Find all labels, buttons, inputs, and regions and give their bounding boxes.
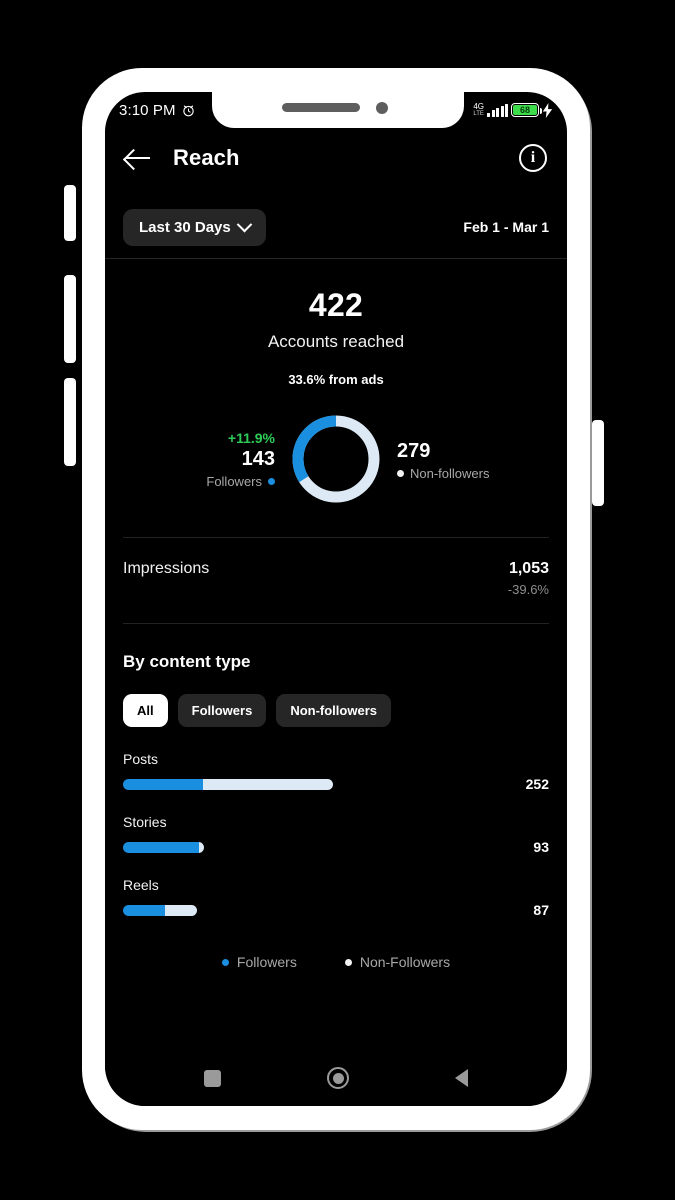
followers-label: Followers [206,473,262,489]
bar-label-stories: Stories [123,814,167,830]
bar-segment-nonfollowers [199,841,204,853]
bar-line-reels: 87 [123,902,549,918]
from-ads-label: 33.6% from ads [288,372,384,387]
legend-followers-label: Followers [236,954,297,970]
phone-screen: 3:10 PM 4G LTE 68 Reach i Last 30 Days F… [105,92,567,1106]
chevron-down-icon [236,216,253,232]
alarm-clock-icon [182,105,194,116]
mute-switch-button[interactable] [64,185,76,241]
info-circle-icon[interactable]: i [519,144,547,172]
donut-chart-svg [292,415,380,503]
android-nav-bar [105,1050,567,1106]
impressions-label: Impressions [123,560,210,577]
filter-row: Last 30 Days Feb 1 - Mar 1 [105,196,567,258]
impressions-row[interactable]: Impressions 1,053 -39.6% [105,538,567,623]
followers-stat: +11.9% 143 Followers [139,430,289,489]
legend-item-followers: Followers [221,954,297,970]
impressions-values: 1,053 -39.6% [508,560,549,597]
impressions-delta: -39.6% [507,582,549,597]
content-type-bars: Posts 252 Stories 93 Reels 87 Followers … [105,727,567,970]
bar-segment-followers [123,841,199,853]
date-range-chip-label: Last 30 Days [139,218,231,236]
square-recents-icon[interactable] [204,1069,221,1087]
nonfollowers-dot-icon [397,469,404,477]
tab-all[interactable]: All [123,694,168,727]
status-bar-left: 3:10 PM [119,102,196,119]
chart-legend: Followers Non-Followers [123,940,549,970]
network-sub-label: LTE [473,111,484,117]
front-camera-icon [375,102,388,114]
bar-segment-followers [123,904,165,916]
screenshot-stage: 3:10 PM 4G LTE 68 Reach i Last 30 Days F… [0,0,675,1200]
bar-segment-followers [123,778,203,790]
legend-nonfollowers-label: Non-Followers [359,954,451,970]
bar-label-posts: Posts [123,751,159,767]
content-type-title: By content type [123,652,251,671]
battery-percent-label: 68 [519,105,530,115]
bar-track-stories [123,841,204,853]
nonfollowers-value: 279 [397,439,431,462]
volume-down-button[interactable] [64,378,76,466]
donut-chart [289,412,383,506]
followers-label-group: Followers [139,474,275,489]
phone-notch [211,92,464,128]
followers-dot-icon [268,477,275,485]
bar-row-stories: Stories 93 [123,814,549,855]
content-type-tabs: All Followers Non-followers [105,672,567,727]
app-header: Reach i [105,128,567,188]
impressions-value: 1,053 [508,560,549,577]
circle-home-icon[interactable] [327,1067,349,1089]
earpiece-speaker [281,103,360,112]
bar-segment-nonfollowers [165,904,197,916]
followers-change: +11.9% [227,429,275,446]
bar-value-reels: 87 [533,902,549,918]
bar-value-posts: 252 [525,776,549,792]
legend-nonfollowers-dot-icon [344,958,352,966]
bar-line-posts: 252 [123,776,549,792]
network-type-group: 4G LTE [473,102,484,118]
legend-item-nonfollowers: Non-Followers [344,954,451,970]
bar-label-reels: Reels [123,877,159,893]
nonfollowers-stat: 279 Non-followers [383,438,533,481]
status-time: 3:10 PM [119,101,176,119]
date-range-text: Feb 1 - Mar 1 [463,219,549,235]
bar-track-posts [123,778,333,790]
accounts-reached-value: 422 [308,287,364,323]
accounts-reached-label: Accounts reached [267,332,405,351]
bar-track-reels [123,904,197,916]
back-arrow-icon[interactable] [125,145,151,171]
legend-followers-dot-icon [221,958,229,966]
battery-icon: 68 [511,103,542,117]
bar-line-stories: 93 [123,839,549,855]
lightning-bolt-icon [542,102,553,118]
reach-breakdown-chart: +11.9% 143 Followers 279 Non-followers [105,399,567,519]
signal-strength-icon [487,103,508,117]
date-range-selector[interactable]: Last 30 Days [123,208,266,246]
bar-row-posts: Posts 252 [123,751,549,792]
bar-segment-nonfollowers [203,778,333,790]
followers-value: 143 [241,447,275,470]
nonfollowers-label: Non-followers [410,465,490,481]
tab-followers[interactable]: Followers [177,694,267,727]
volume-up-button[interactable] [64,275,76,363]
triangle-back-icon[interactable] [455,1069,468,1087]
network-type-label: 4G [473,102,484,111]
tab-non-followers[interactable]: Non-followers [276,694,391,727]
main-content: 422 Accounts reached 33.6% from ads +11.… [105,259,567,1050]
reach-summary: 422 Accounts reached 33.6% from ads [105,259,567,387]
bar-row-reels: Reels 87 [123,877,549,918]
bar-value-stories: 93 [533,839,549,855]
power-button[interactable] [592,420,604,506]
page-title: Reach [173,145,240,170]
nonfollowers-label-group: Non-followers [397,466,533,481]
status-bar-right: 4G LTE 68 [473,102,553,118]
